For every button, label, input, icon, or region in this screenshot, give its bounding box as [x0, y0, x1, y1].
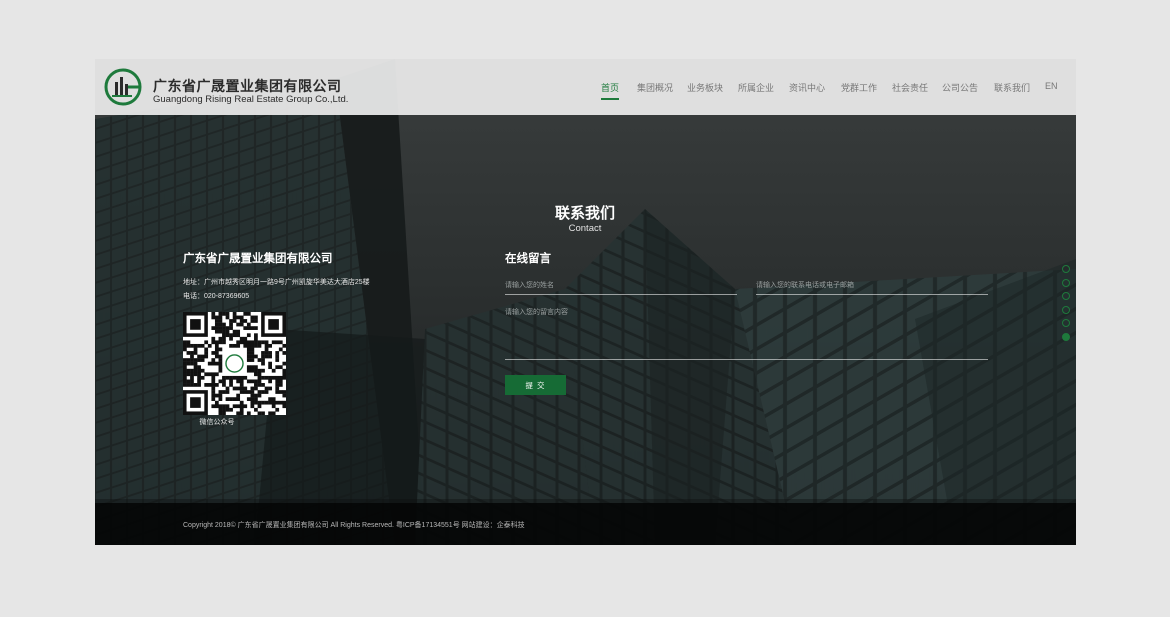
side-dot-3[interactable]	[1062, 305, 1070, 314]
contact-input[interactable]	[756, 277, 988, 295]
submit-button[interactable]: 提 交	[505, 375, 566, 395]
site-header: 广东省广晟置业集团有限公司 Guangdong Rising Real Esta…	[95, 59, 1076, 115]
name-input[interactable]	[505, 277, 737, 295]
contact-company-name: 广东省广晟置业集团有限公司	[183, 253, 333, 265]
qr-caption: 微信公众号	[199, 419, 235, 426]
nav-item-9[interactable]: EN	[1045, 81, 1058, 91]
nav-item-2[interactable]: 业务板块	[687, 81, 723, 94]
site-footer: Copyright 2018© 广东省广晟置业集团有限公司 All Rights…	[95, 503, 1076, 545]
nav-item-1[interactable]: 集团概况	[637, 81, 673, 94]
website-frame: 广东省广晟置业集团有限公司 Guangdong Rising Real Esta…	[95, 59, 1076, 545]
city-skyscraper-background	[95, 59, 1076, 545]
company-name-cn[interactable]: 广东省广晟置业集团有限公司	[153, 76, 342, 96]
qr-code-icon	[183, 312, 286, 415]
section-title: 联系我们	[554, 205, 615, 222]
nav-item-5[interactable]: 党群工作	[841, 81, 877, 94]
nav-item-3[interactable]: 所属企业	[738, 81, 774, 94]
nav-item-0[interactable]: 首页	[601, 81, 620, 100]
nav-item-4[interactable]: 资讯中心	[789, 81, 825, 94]
side-dot-0[interactable]	[1062, 265, 1070, 273]
message-textarea[interactable]	[505, 307, 988, 360]
contact-phone: 电话：020-87369605	[183, 293, 250, 300]
nav-item-7[interactable]: 公司公告	[942, 81, 978, 94]
side-dot-1[interactable]	[1062, 278, 1070, 287]
company-name-en[interactable]: Guangdong Rising Real Estate Group Co.,L…	[153, 94, 348, 105]
wechat-qr-code	[183, 312, 286, 415]
footer-copyright: Copyright 2018© 广东省广晟置业集团有限公司 All Rights…	[183, 522, 525, 529]
message-form-title: 在线留言	[505, 253, 551, 265]
nav-item-8[interactable]: 联系我们	[994, 81, 1030, 94]
section-subtitle: Contact	[568, 223, 602, 234]
company-logo-icon[interactable]	[104, 68, 142, 106]
side-dot-5[interactable]	[1062, 333, 1070, 341]
nav-item-6[interactable]: 社会责任	[892, 81, 928, 94]
contact-address: 地址：广州市越秀区明月一路9号广州凯旋华美达大酒店25楼	[183, 279, 370, 286]
